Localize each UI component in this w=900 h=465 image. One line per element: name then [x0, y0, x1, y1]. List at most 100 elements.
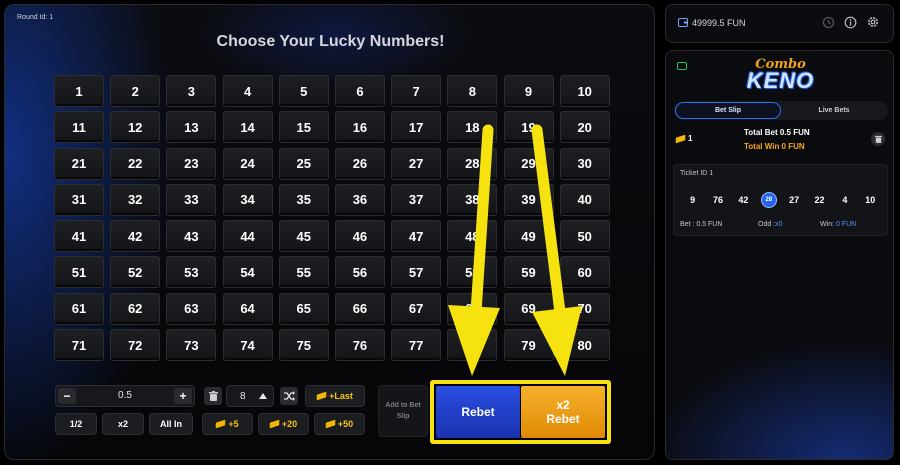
number-cell[interactable]: 74	[222, 329, 273, 362]
stake-increase-button[interactable]: +	[174, 388, 192, 404]
stake-double-button[interactable]: x2	[102, 413, 144, 435]
number-cell[interactable]: 67	[391, 292, 442, 325]
number-cell[interactable]: 19	[503, 111, 554, 144]
number-cell[interactable]: 12	[110, 111, 161, 144]
number-cell[interactable]: 43	[166, 220, 217, 253]
number-cell[interactable]: 13	[166, 111, 217, 144]
number-cell[interactable]: 51	[54, 256, 104, 289]
shuffle-button[interactable]	[280, 387, 298, 405]
number-cell[interactable]: 21	[54, 147, 104, 180]
number-cell[interactable]: 42	[110, 220, 161, 253]
number-cell[interactable]: 68	[447, 292, 498, 325]
number-cell[interactable]: 69	[503, 292, 554, 325]
number-cell[interactable]: 9	[503, 75, 554, 107]
history-icon[interactable]	[822, 16, 835, 29]
number-cell[interactable]: 16	[334, 111, 385, 144]
number-cell[interactable]: 44	[222, 220, 273, 253]
number-cell[interactable]: 71	[54, 329, 104, 362]
number-cell[interactable]: 62	[110, 292, 161, 325]
clear-slip-button[interactable]	[871, 132, 885, 146]
number-cell[interactable]: 59	[503, 256, 554, 289]
number-cell[interactable]: 14	[222, 111, 273, 144]
stake-decrease-button[interactable]: −	[58, 388, 76, 404]
number-cell[interactable]: 20	[559, 111, 610, 144]
number-cell[interactable]: 23	[166, 147, 217, 180]
number-cell[interactable]: 49	[503, 220, 554, 253]
number-cell[interactable]: 65	[278, 292, 329, 325]
number-cell[interactable]: 76	[334, 329, 385, 362]
number-cell[interactable]: 29	[503, 147, 554, 180]
pick-count-selector[interactable]: 8	[226, 385, 274, 407]
add-50-button[interactable]: +50	[314, 413, 365, 435]
clear-picks-button[interactable]	[204, 387, 222, 405]
number-cell[interactable]: 54	[222, 256, 273, 289]
number-cell[interactable]: 56	[334, 256, 385, 289]
number-cell[interactable]: 80	[559, 329, 610, 362]
number-cell[interactable]: 5	[278, 75, 329, 107]
number-cell[interactable]: 4	[222, 75, 273, 107]
number-cell[interactable]: 25	[278, 147, 329, 180]
number-cell[interactable]: 34	[222, 183, 273, 216]
number-cell[interactable]: 18	[447, 111, 498, 144]
number-cell[interactable]: 77	[391, 329, 442, 362]
number-cell[interactable]: 38	[447, 183, 498, 216]
number-cell[interactable]: 37	[391, 183, 442, 216]
number-cell[interactable]: 64	[222, 292, 273, 325]
number-cell[interactable]: 61	[54, 292, 104, 325]
number-cell[interactable]: 28	[447, 147, 498, 180]
number-cell[interactable]: 22	[110, 147, 161, 180]
add-to-bet-slip-button[interactable]: Add to Bet Slip	[378, 385, 428, 437]
add-last-button[interactable]: +Last	[305, 385, 365, 407]
number-cell[interactable]: 55	[278, 256, 329, 289]
number-cell[interactable]: 40	[559, 183, 610, 216]
number-cell[interactable]: 6	[334, 75, 385, 107]
number-cell[interactable]: 3	[166, 75, 217, 107]
number-cell[interactable]: 2	[110, 75, 161, 107]
number-cell[interactable]: 35	[278, 183, 329, 216]
gear-icon[interactable]	[866, 15, 880, 29]
number-cell[interactable]: 73	[166, 329, 217, 362]
number-cell[interactable]: 63	[166, 292, 217, 325]
number-cell[interactable]: 30	[559, 147, 610, 180]
number-cell[interactable]: 10	[559, 75, 610, 107]
number-cell[interactable]: 45	[278, 220, 329, 253]
number-cell[interactable]: 7	[391, 75, 442, 107]
number-cell[interactable]: 75	[278, 329, 329, 362]
number-cell[interactable]: 66	[334, 292, 385, 325]
number-cell[interactable]: 52	[110, 256, 161, 289]
stake-value[interactable]: 0.5	[78, 390, 172, 401]
number-cell[interactable]: 47	[391, 220, 442, 253]
number-cell[interactable]: 39	[503, 183, 554, 216]
number-cell[interactable]: 46	[334, 220, 385, 253]
number-cell[interactable]: 33	[166, 183, 217, 216]
add-20-button[interactable]: +20	[258, 413, 309, 435]
stake-all-in-button[interactable]: All In	[149, 413, 193, 435]
info-icon[interactable]	[844, 16, 857, 29]
number-cell[interactable]: 48	[447, 220, 498, 253]
number-cell[interactable]: 58	[447, 256, 498, 289]
number-cell[interactable]: 50	[559, 220, 610, 253]
number-cell[interactable]: 27	[391, 147, 442, 180]
number-cell[interactable]: 57	[391, 256, 442, 289]
number-cell[interactable]: 78	[447, 329, 498, 362]
stake-half-button[interactable]: 1/2	[55, 413, 97, 435]
tab-live-bets[interactable]: Live Bets	[781, 102, 887, 119]
number-cell[interactable]: 8	[447, 75, 498, 107]
rebet-button[interactable]: Rebet	[436, 386, 520, 438]
number-cell[interactable]: 36	[334, 183, 385, 216]
number-cell[interactable]: 60	[559, 256, 610, 289]
number-cell[interactable]: 72	[110, 329, 161, 362]
number-cell[interactable]: 15	[278, 111, 329, 144]
number-cell[interactable]: 31	[54, 183, 104, 216]
number-cell[interactable]: 70	[559, 292, 610, 325]
number-cell[interactable]: 32	[110, 183, 161, 216]
tab-bet-slip[interactable]: Bet Slip	[675, 102, 781, 119]
number-cell[interactable]: 1	[54, 75, 104, 107]
add-5-button[interactable]: +5	[202, 413, 253, 435]
number-cell[interactable]: 41	[54, 220, 104, 253]
number-cell[interactable]: 53	[166, 256, 217, 289]
number-cell[interactable]: 79	[503, 329, 554, 362]
number-cell[interactable]: 17	[391, 111, 442, 144]
number-cell[interactable]: 26	[334, 147, 385, 180]
number-cell[interactable]: 24	[222, 147, 273, 180]
